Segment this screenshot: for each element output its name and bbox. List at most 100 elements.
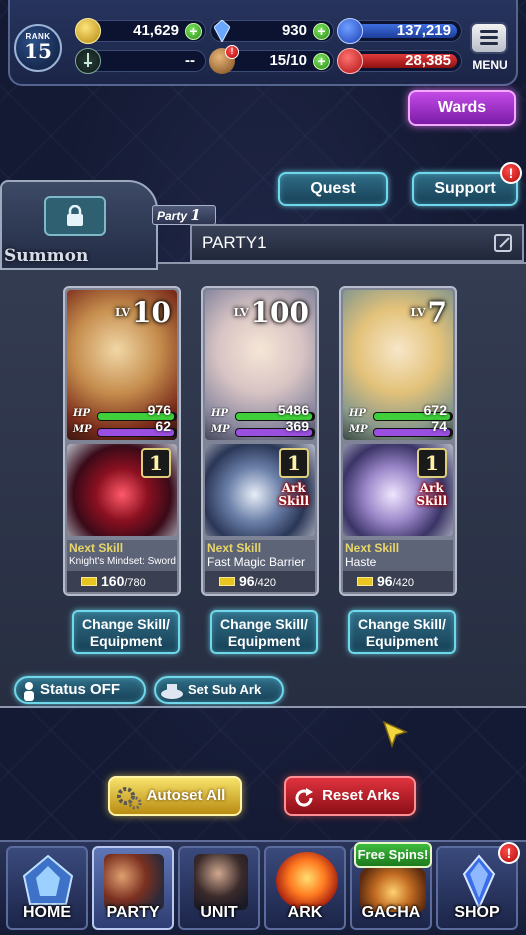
party-tag: Party 1 <box>152 205 216 225</box>
reset-arrow-icon <box>295 788 313 807</box>
add-stamina-button[interactable]: + <box>313 53 330 70</box>
next-skill-box: Next Skill Haste 96/420 <box>343 540 453 592</box>
ark-slot-2[interactable]: 1 Ark Skill <box>205 444 315 536</box>
menu-label[interactable]: MENU <box>466 58 514 72</box>
nav-party[interactable]: PARTY <box>92 846 174 930</box>
mp-bar: MP 74 <box>349 418 453 437</box>
status-toggle-label: Status OFF <box>40 681 121 698</box>
next-skill-name: Fast Magic Barrier <box>205 554 315 571</box>
ark-skill-label: Ark Skill <box>416 481 447 508</box>
blue-orb-icon <box>337 18 363 44</box>
edit-party-name-icon[interactable] <box>494 234 512 252</box>
nav-unit-label: UNIT <box>200 904 238 921</box>
phoenix-icon <box>276 852 338 910</box>
party-tag-number: 1 <box>190 206 201 224</box>
gears-icon <box>117 787 142 810</box>
reset-arks-button[interactable]: Reset Arks <box>284 776 416 816</box>
nav-shop-label: SHOP <box>454 904 500 921</box>
menu-icon-line <box>480 36 498 39</box>
unit-portrait-3[interactable]: LV7 HP 672 MP 74 <box>343 290 453 440</box>
unit-level: LV7 <box>410 296 447 329</box>
next-skill-name: Haste <box>343 554 453 571</box>
change-skill-equipment-button-2[interactable]: Change Skill/Equipment <box>210 610 318 654</box>
nav-home-label: HOME <box>23 904 71 921</box>
rank-badge: RANK 15 <box>14 24 62 72</box>
next-skill-box: Next Skill Knight's Mindset: Sword 160/7… <box>67 540 177 592</box>
change-skill-equipment-button-1[interactable]: Change Skill/Equipment <box>72 610 180 654</box>
crystal-counter: 930 + <box>210 20 334 42</box>
skill-progress: 96/420 <box>343 571 453 592</box>
next-skill-name: Knight's Mindset: Sword <box>67 554 177 571</box>
ark-ship-icon <box>161 684 183 699</box>
red-orb-value: 28,385 <box>405 52 451 69</box>
shop-alert-badge: ! <box>498 842 520 864</box>
unit-level: LV10 <box>115 296 171 329</box>
person-icon <box>24 682 34 701</box>
party-name-bar: PARTY1 <box>190 224 524 262</box>
pointer-cursor-icon <box>382 720 409 749</box>
set-sub-ark-button[interactable]: Set Sub Ark <box>154 676 284 704</box>
party-name: PARTY1 <box>202 233 267 252</box>
reset-arks-label: Reset Arks <box>322 787 400 804</box>
mp-bar: MP 62 <box>73 418 177 437</box>
rank-value: 15 <box>24 39 52 63</box>
sword-value: -- <box>185 52 195 69</box>
blue-orb-counter: 137,219 <box>337 18 462 44</box>
ark-slot-3[interactable]: 1 Ark Skill <box>343 444 453 536</box>
nav-party-label: PARTY <box>106 904 160 921</box>
sword-counter: -- <box>75 48 206 74</box>
support-alert-badge: ! <box>500 162 522 184</box>
nav-gacha-label: GACHA <box>361 904 421 921</box>
wards-button[interactable]: Wards <box>408 90 516 126</box>
add-gold-button[interactable]: + <box>185 23 202 40</box>
skill-progress: 160/780 <box>67 571 177 592</box>
unit-character-icon <box>194 854 248 910</box>
status-toggle-button[interactable]: Status OFF <box>14 676 146 704</box>
summon-lock <box>44 196 106 236</box>
menu-icon-line <box>480 30 498 33</box>
set-sub-ark-label: Set Sub Ark <box>188 682 262 697</box>
mp-bar: MP 369 <box>211 418 315 437</box>
crystal-value: 930 <box>281 22 307 39</box>
quest-button[interactable]: Quest <box>278 172 388 206</box>
unit-card-2[interactable]: LV100 HP 5486 MP 369 1 Ark Skill Next Skill… <box>201 286 319 596</box>
progress-gauge-icon <box>219 577 235 586</box>
unit-card-1[interactable]: LV10 HP 976 MP 62 1 Next Skill Knight's Mi… <box>63 286 181 596</box>
party-characters-icon <box>104 854 164 910</box>
crystal-icon <box>209 18 235 44</box>
gold-counter: 41,629 + <box>75 18 206 44</box>
change-skill-equipment-button-3[interactable]: Change Skill/Equipment <box>348 610 456 654</box>
ark-level: 1 <box>279 448 309 478</box>
lock-icon <box>67 205 83 226</box>
gold-coin-icon <box>75 18 101 44</box>
nav-ark-label: ARK <box>287 904 323 921</box>
red-orb-counter: 28,385 <box>337 48 462 74</box>
ark-level: 1 <box>141 448 171 478</box>
progress-gauge-icon <box>357 577 373 586</box>
gold-value: 41,629 <box>133 22 179 39</box>
nav-home[interactable]: HOME <box>6 846 88 930</box>
unit-portrait-1[interactable]: LV10 HP 976 MP 62 <box>67 290 177 440</box>
autoset-all-label: Autoset All <box>146 787 226 804</box>
menu-icon-line <box>480 42 498 45</box>
nav-unit[interactable]: UNIT <box>178 846 260 930</box>
menu-button[interactable] <box>470 22 508 54</box>
home-crystal-icon <box>22 854 74 905</box>
shop-crystal-icon <box>462 854 496 910</box>
stamina-alert-icon: ! <box>225 45 239 59</box>
progress-gauge-icon <box>81 577 97 586</box>
next-skill-box: Next Skill Fast Magic Barrier 96/420 <box>205 540 315 592</box>
nav-ark[interactable]: ARK <box>264 846 346 930</box>
skill-progress: 96/420 <box>205 571 315 592</box>
blue-orb-value: 137,219 <box>396 22 451 39</box>
unit-level: LV100 <box>233 296 309 329</box>
ark-skill-label: Ark Skill <box>278 481 309 508</box>
unit-card-3[interactable]: LV7 HP 672 MP 74 1 Ark Skill Next Skill Has… <box>339 286 457 596</box>
add-crystal-button[interactable]: + <box>313 23 330 40</box>
ark-slot-1[interactable]: 1 <box>67 444 177 536</box>
unit-portrait-2[interactable]: LV100 HP 5486 MP 369 <box>205 290 315 440</box>
red-orb-icon <box>337 48 363 74</box>
summon-label: Summon <box>4 246 89 266</box>
stamina-value: 15/10 <box>269 52 307 69</box>
autoset-all-button[interactable]: Autoset All <box>108 776 242 816</box>
